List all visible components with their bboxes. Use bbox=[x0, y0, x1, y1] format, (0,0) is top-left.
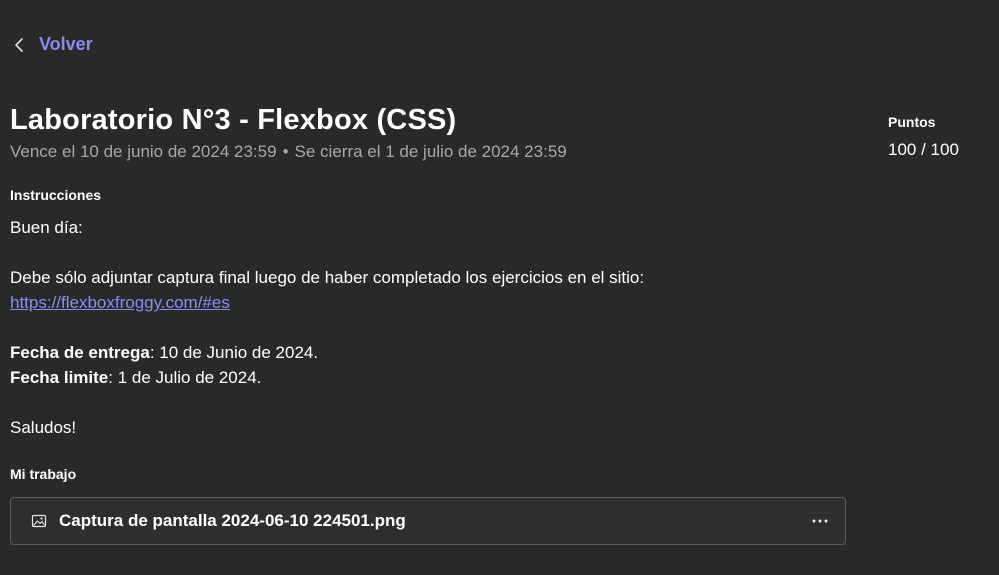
assignment-page: Volver Laboratorio N°3 - Flexbox (CSS) V… bbox=[0, 0, 999, 575]
more-options-icon bbox=[812, 519, 828, 523]
instructions-text: Debe sólo adjuntar captura final luego d… bbox=[10, 268, 645, 287]
attachment-file-name: Captura de pantalla 2024-06-10 224501.pn… bbox=[59, 511, 406, 530]
assignment-title: Laboratorio N°3 - Flexbox (CSS) bbox=[10, 104, 457, 136]
instructions-closing: Saludos! bbox=[10, 418, 77, 437]
my-work-label: Mi trabajo bbox=[10, 466, 77, 482]
due-date-label: Fecha de entrega bbox=[10, 343, 150, 362]
close-date-text: Se cierra el 1 de julio de 2024 23:59 bbox=[294, 142, 567, 161]
limit-date-value: : 1 de Julio de 2024. bbox=[108, 368, 262, 387]
assignment-dates: Vence el 10 de junio de 2024 23:59 • Se … bbox=[10, 142, 567, 162]
instructions-greeting: Buen día: bbox=[10, 218, 83, 237]
date-separator: • bbox=[282, 142, 289, 161]
more-options-button[interactable] bbox=[807, 509, 833, 533]
due-date-line: Fecha de entrega: 10 de Junio de 2024. bbox=[10, 340, 850, 365]
attachment-card[interactable]: Captura de pantalla 2024-06-10 224501.pn… bbox=[10, 497, 846, 545]
instructions-label: Instrucciones bbox=[10, 187, 102, 203]
points-label: Puntos bbox=[888, 114, 936, 130]
instructions-body: Buen día: Debe sólo adjuntar captura fin… bbox=[10, 215, 850, 440]
chevron-left-icon bbox=[15, 37, 23, 52]
points-value: 100 / 100 bbox=[888, 140, 959, 159]
image-file-icon bbox=[31, 514, 47, 528]
back-button[interactable]: Volver bbox=[12, 34, 93, 55]
due-date-text: Vence el 10 de junio de 2024 23:59 bbox=[10, 142, 277, 161]
due-date-value: : 10 de Junio de 2024. bbox=[149, 343, 319, 362]
limit-date-line: Fecha limite: 1 de Julio de 2024. bbox=[10, 365, 850, 390]
limit-date-label: Fecha limite bbox=[10, 368, 109, 387]
back-label: Volver bbox=[39, 34, 93, 54]
flexbox-froggy-link[interactable]: https://flexboxfroggy.com/#es bbox=[10, 293, 230, 312]
